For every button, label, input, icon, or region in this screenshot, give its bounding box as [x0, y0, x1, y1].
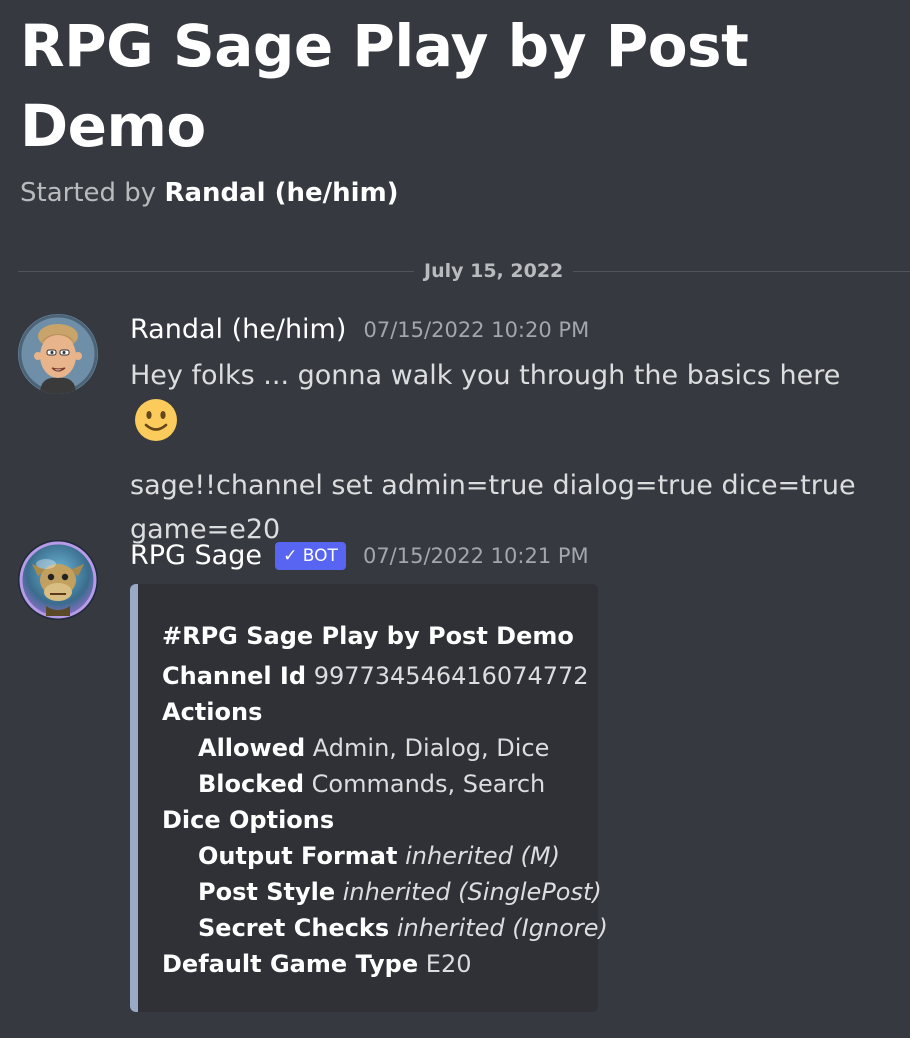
embed-actions-label: Actions — [162, 698, 263, 726]
embed-secret-checks-row: Secret Checks inherited (Ignore) — [162, 910, 608, 946]
started-by-prefix: Started by — [20, 178, 157, 208]
username[interactable]: Randal (he/him) — [130, 314, 346, 345]
embed-value: Commands, Search — [311, 770, 546, 798]
embed-label: Blocked — [198, 770, 305, 798]
embed-title: #RPG Sage Play by Post Demo — [162, 622, 574, 650]
thread-author[interactable]: Randal (he/him) — [164, 178, 398, 208]
embed-value: E20 — [425, 950, 472, 978]
embed-value: inherited (M) — [405, 842, 560, 870]
embed-allowed-row: Allowed Admin, Dialog, Dice — [162, 730, 598, 766]
avatar-rpg-sage[interactable] — [18, 540, 98, 620]
embed-label: Secret Checks — [198, 914, 390, 942]
bot-tag: ✓ BOT — [275, 541, 346, 570]
slightly-smiling-face-icon — [134, 398, 178, 456]
username[interactable]: RPG Sage — [130, 540, 262, 571]
embed-value: Admin, Dialog, Dice — [312, 734, 550, 762]
message-text: Hey folks ... gonna walk you through the… — [130, 360, 841, 391]
embed-channel-id-row: Channel Id 997734546416074772 — [162, 658, 598, 694]
embed-label: Channel Id — [162, 662, 307, 690]
message-line: Hey folks ... gonna walk you through the… — [130, 354, 870, 456]
embed-post-style-row: Post Style inherited (SinglePost) — [162, 874, 602, 910]
embed-default-game-type-row: Default Game Type E20 — [162, 946, 598, 982]
thread-title: RPG Sage Play by Post Demo — [20, 12, 749, 160]
bot-embed: #RPG Sage Play by Post Demo Channel Id 9… — [130, 584, 608, 1012]
embed-blocked-row: Blocked Commands, Search — [162, 766, 598, 802]
embed-dice-options-label: Dice Options — [162, 806, 335, 834]
avatar-randal[interactable] — [18, 314, 98, 394]
message-header: RPG Sage ✓ BOT 07/15/2022 10:21 PM — [130, 540, 589, 571]
date-divider-label: July 15, 2022 — [414, 258, 574, 284]
embed-label: Output Format — [198, 842, 398, 870]
message-command: sage!!channel set admin=true dialog=true… — [130, 470, 856, 545]
message-content: Hey folks ... gonna walk you through the… — [130, 354, 870, 552]
embed-value: 997734546416074772 — [313, 662, 589, 690]
timestamp: 07/15/2022 10:20 PM — [363, 317, 590, 342]
embed-value: inherited (Ignore) — [396, 914, 608, 942]
embed-label: Default Game Type — [162, 950, 419, 978]
thread-started-by: Started by Randal (he/him) — [20, 178, 890, 208]
embed-label: Post Style — [198, 878, 336, 906]
embed-label: Allowed — [198, 734, 306, 762]
embed-output-format-row: Output Format inherited (M) — [162, 838, 598, 874]
message-header: Randal (he/him) 07/15/2022 10:20 PM — [130, 314, 589, 345]
timestamp: 07/15/2022 10:21 PM — [362, 543, 589, 568]
thread-header: RPG Sage Play by Post Demo Started by Ra… — [20, 6, 890, 208]
embed-value: inherited (SinglePost) — [342, 878, 602, 906]
